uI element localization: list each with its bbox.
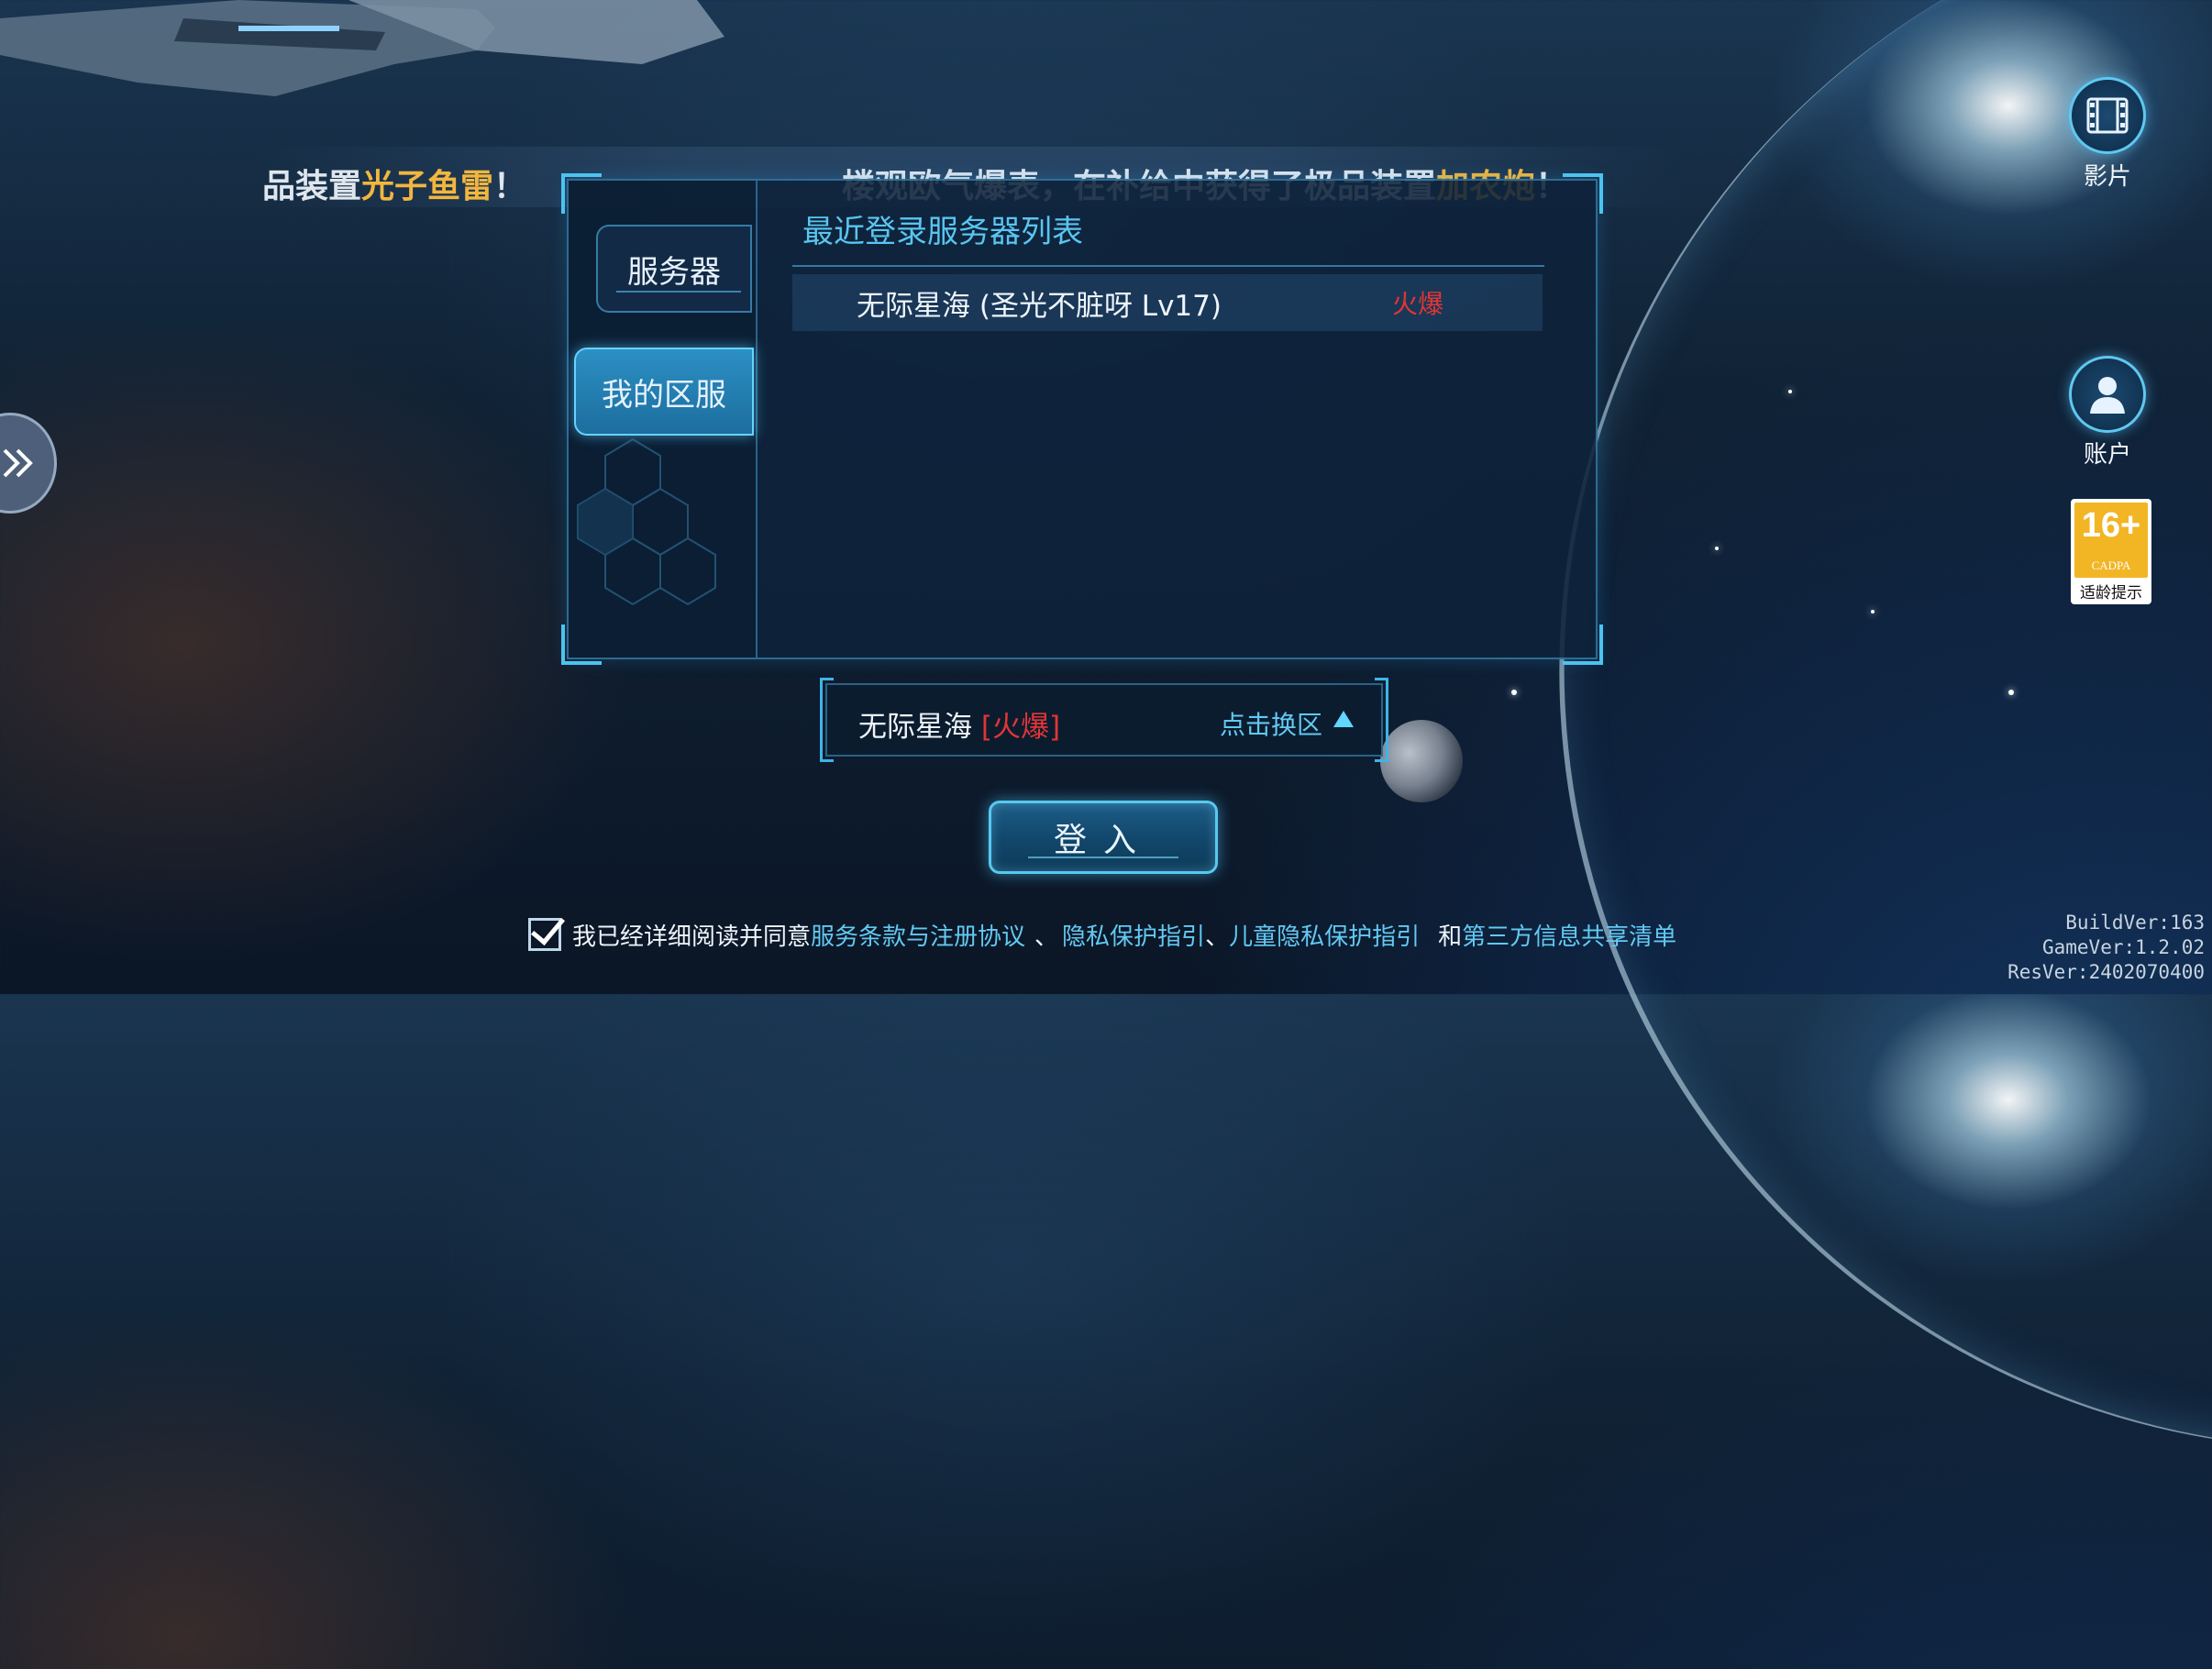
star	[1511, 690, 1517, 695]
res-version: ResVer:2402070400	[2007, 961, 2205, 983]
bracket-decoration	[820, 678, 834, 762]
user-icon	[2090, 377, 2125, 414]
selected-server: 无际星海 [火爆]	[858, 703, 1060, 745]
panel-corner	[1563, 624, 1603, 665]
tab-label: 我的区服	[602, 376, 726, 414]
age-rating-badge[interactable]: 16+ CADPA 适龄提示	[2071, 499, 2151, 604]
star	[2008, 690, 2014, 695]
third-party-link[interactable]: 第三方信息共享清单	[1462, 918, 1676, 952]
agreement-row: 我已经详细阅读并同意 服务条款与注册协议 、 隐私保护指引 、 儿童隐私保护指引…	[528, 913, 1676, 956]
recent-server-row[interactable]: 无际星海 (圣光不脏呀 Lv17) 火爆	[792, 274, 1543, 331]
recent-servers-title: 最近登录服务器列表	[802, 214, 1083, 250]
account-button[interactable]	[2069, 356, 2146, 433]
selected-server-status: [火爆]	[980, 711, 1061, 744]
game-version: GameVer:1.2.02	[2041, 936, 2205, 958]
side-expand-button[interactable]	[0, 413, 57, 514]
login-button-label: 登入	[1053, 822, 1153, 859]
video-label: 影片	[2083, 163, 2131, 191]
switch-server-label[interactable]: 点击换区	[1220, 705, 1322, 742]
divider	[792, 265, 1544, 267]
button-underline	[1028, 857, 1178, 858]
double-chevron-right-icon	[3, 448, 33, 478]
login-button[interactable]: 登入	[989, 801, 1218, 874]
terms-link[interactable]: 服务条款与注册协议	[811, 918, 1025, 952]
separator: 、	[1034, 923, 1059, 951]
tab-label: 服务器	[627, 253, 721, 291]
star	[1715, 547, 1719, 550]
bracket-decoration	[1375, 678, 1388, 762]
rating-org: CADPA	[2091, 558, 2131, 572]
agreement-checkbox[interactable]	[528, 918, 561, 951]
star	[1788, 390, 1792, 393]
server-tab-column: 服务器 我的区服	[569, 181, 758, 658]
server-name: 无际星海 (圣光不脏呀 Lv17)	[857, 289, 1222, 323]
and-text: 和	[1438, 923, 1463, 951]
spaceship-illustration	[0, 0, 724, 96]
moon	[1380, 720, 1463, 802]
tab-my-servers[interactable]: 我的区服	[574, 348, 754, 436]
announcement-left: 品装置光子鱼雷！	[262, 168, 527, 205]
film-icon	[2086, 97, 2129, 134]
account-label: 账户	[2083, 441, 2131, 469]
star	[1871, 610, 1875, 613]
selected-server-name: 无际星海	[858, 711, 972, 744]
server-status: 火爆	[1392, 289, 1444, 319]
video-button[interactable]	[2069, 77, 2146, 154]
separator: 、	[1205, 923, 1230, 951]
age-tip: 适龄提示	[2080, 584, 2142, 602]
child-privacy-link[interactable]: 儿童隐私保护指引	[1229, 918, 1420, 952]
triangle-up-icon	[1333, 711, 1354, 727]
panel-corner	[1563, 173, 1603, 214]
tab-servers[interactable]: 服务器	[596, 225, 752, 313]
current-server-selector[interactable]: 无际星海 [火爆] 点击换区	[820, 678, 1388, 762]
hexagon-decoration	[577, 437, 716, 606]
age-rating: 16+	[2081, 506, 2141, 545]
agreement-text: 我已经详细阅读并同意	[572, 923, 812, 951]
privacy-link[interactable]: 隐私保护指引	[1062, 918, 1205, 952]
build-version: BuildVer:163	[2065, 912, 2205, 934]
server-select-panel: 服务器 我的区服 最近登录服务器列表 无际星海 (圣光不脏呀 Lv17) 火爆	[561, 173, 1603, 665]
